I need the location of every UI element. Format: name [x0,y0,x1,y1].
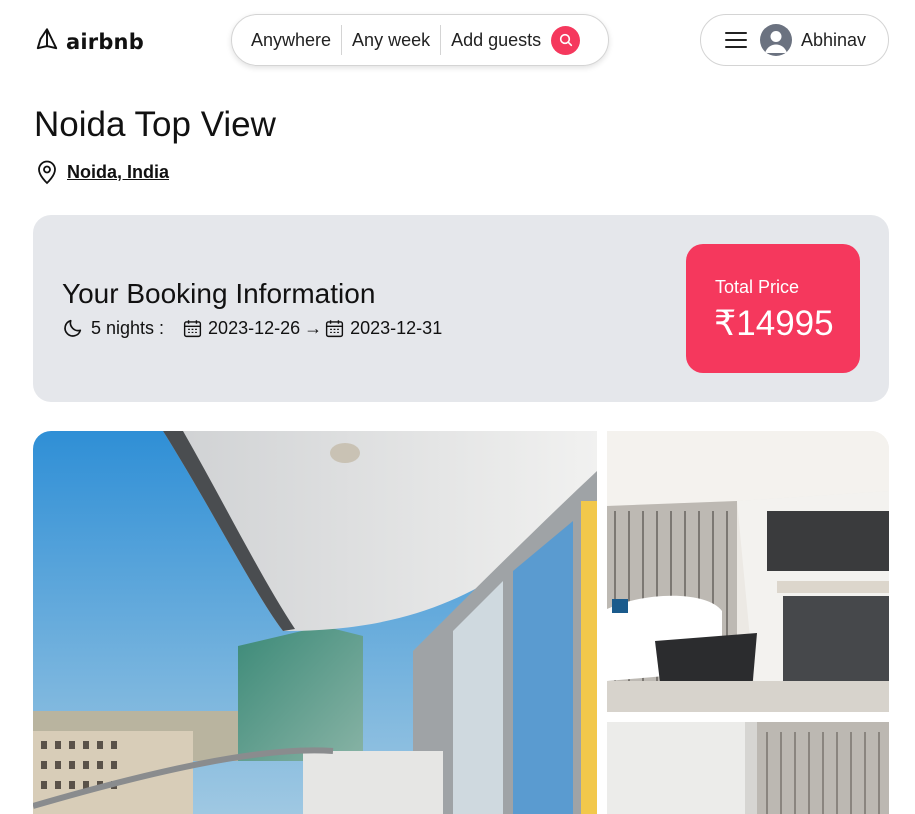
moon-icon [62,317,84,339]
search-anywhere[interactable]: Anywhere [232,30,341,51]
search-icon [558,32,574,48]
search-bar[interactable]: Anywhere Any week Add guests [231,14,609,66]
listing-photo-main[interactable] [33,431,597,814]
total-price-box: Total Price ₹14995 [686,244,860,373]
booking-info-card: Your Booking Information 5 nights : 2023… [33,215,889,402]
check-in-date: 2023-12-26 [208,317,301,338]
airbnb-logo[interactable]: airbnb [34,26,144,57]
listing-photo-2[interactable] [607,431,889,712]
location-link[interactable]: Noida, India [67,162,169,183]
nights-count: 5 nights : [91,317,165,338]
search-add-guests[interactable]: Add guests [441,30,551,51]
calendar-icon [182,318,203,339]
user-name: Abhinav [801,29,867,50]
check-out-date: 2023-12-31 [350,317,443,338]
airbnb-logo-icon [34,26,60,57]
booking-details: 5 nights : 2023-12-26 → 2023-12-31 [62,317,442,339]
listing-photo-3[interactable] [607,722,889,814]
listing-location: Noida, India [35,159,169,185]
booking-heading: Your Booking Information [62,278,376,309]
logo-text: airbnb [66,29,144,54]
total-price-label: Total Price [715,277,800,297]
total-price-value: ₹14995 [714,304,834,343]
avatar [760,24,792,56]
listing-title: Noida Top View [34,105,276,144]
calendar-icon [324,318,345,339]
date-arrow: → [304,317,323,338]
search-button[interactable] [551,25,581,55]
user-menu-button[interactable]: Abhinav [700,14,889,66]
map-pin-icon [35,159,59,185]
hamburger-menu-icon [725,31,747,49]
search-any-week[interactable]: Any week [342,30,440,51]
